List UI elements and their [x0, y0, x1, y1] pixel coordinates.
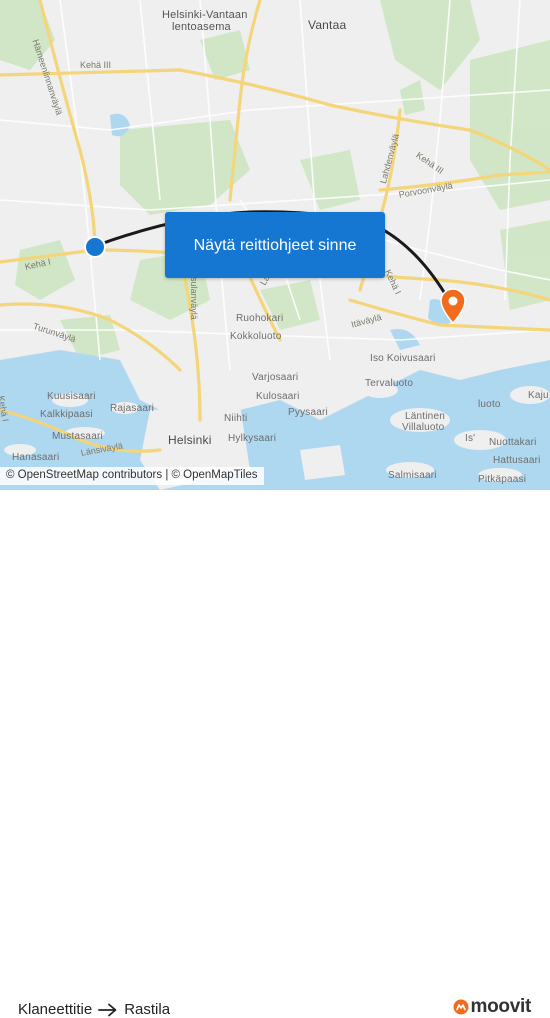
place-label: Salmisaari — [388, 470, 437, 481]
place-label: Ruohokari — [236, 313, 284, 324]
place-label: Kalkkipaasi — [40, 409, 93, 420]
destination-name: Rastila — [124, 1001, 171, 1018]
place-label: Niihti — [224, 413, 248, 424]
place-label: Vantaa — [308, 18, 347, 32]
place-label: Rajasaari — [110, 403, 155, 414]
place-label: Kulosaari — [256, 391, 300, 402]
arrow-right-icon — [98, 1003, 117, 1016]
origin-marker-icon[interactable] — [83, 235, 107, 259]
place-label: Iso Koivusaari — [370, 353, 436, 364]
place-label: Kokkoluoto — [230, 331, 282, 342]
place-label: Kaju — [528, 390, 549, 401]
place-label: Is' — [465, 433, 476, 444]
place-label: Tervaluoto — [365, 378, 414, 389]
route-summary: Klaneettitie Rastila — [18, 1001, 170, 1018]
place-label: Hanasaari — [12, 452, 60, 463]
place-label: Hylkysaari — [228, 433, 277, 444]
moovit-logo[interactable]: moovit — [453, 996, 531, 1018]
moovit-pin-icon — [453, 999, 469, 1015]
place-label: Helsinki — [168, 433, 212, 447]
road-label: Kehä III — [80, 60, 112, 70]
place-label: Kuusisaari — [47, 391, 96, 402]
place-label: Pitkäpaasi — [478, 474, 527, 485]
place-label: Nuottakari — [489, 437, 537, 448]
place-label: Läntinen — [405, 411, 445, 422]
show-directions-button[interactable]: Näytä reittiohjeet sinne — [165, 212, 385, 278]
destination-pin-icon[interactable] — [440, 288, 466, 324]
footer: Klaneettitie Rastila moovit — [0, 490, 550, 1018]
map[interactable]: Helsinki-Vantaan lentoasema Vantaa Ruoho… — [0, 0, 550, 490]
place-label: Varjosaari — [252, 372, 299, 383]
place-label: luoto — [478, 399, 501, 410]
place-label: Villaluoto — [402, 422, 445, 433]
origin-name: Klaneettitie — [18, 1001, 93, 1018]
place-label: Pyysaari — [288, 407, 328, 418]
place-label: lentoasema — [172, 21, 231, 33]
place-label: Hattusaari — [493, 455, 541, 466]
show-directions-label: Näytä reittiohjeet sinne — [193, 236, 357, 254]
map-attribution[interactable]: © OpenStreetMap contributors | © OpenMap… — [0, 467, 264, 485]
place-label: Mustasaari — [52, 431, 103, 442]
brand-name: moovit — [470, 996, 532, 1017]
place-label: Helsinki-Vantaan — [162, 9, 248, 21]
